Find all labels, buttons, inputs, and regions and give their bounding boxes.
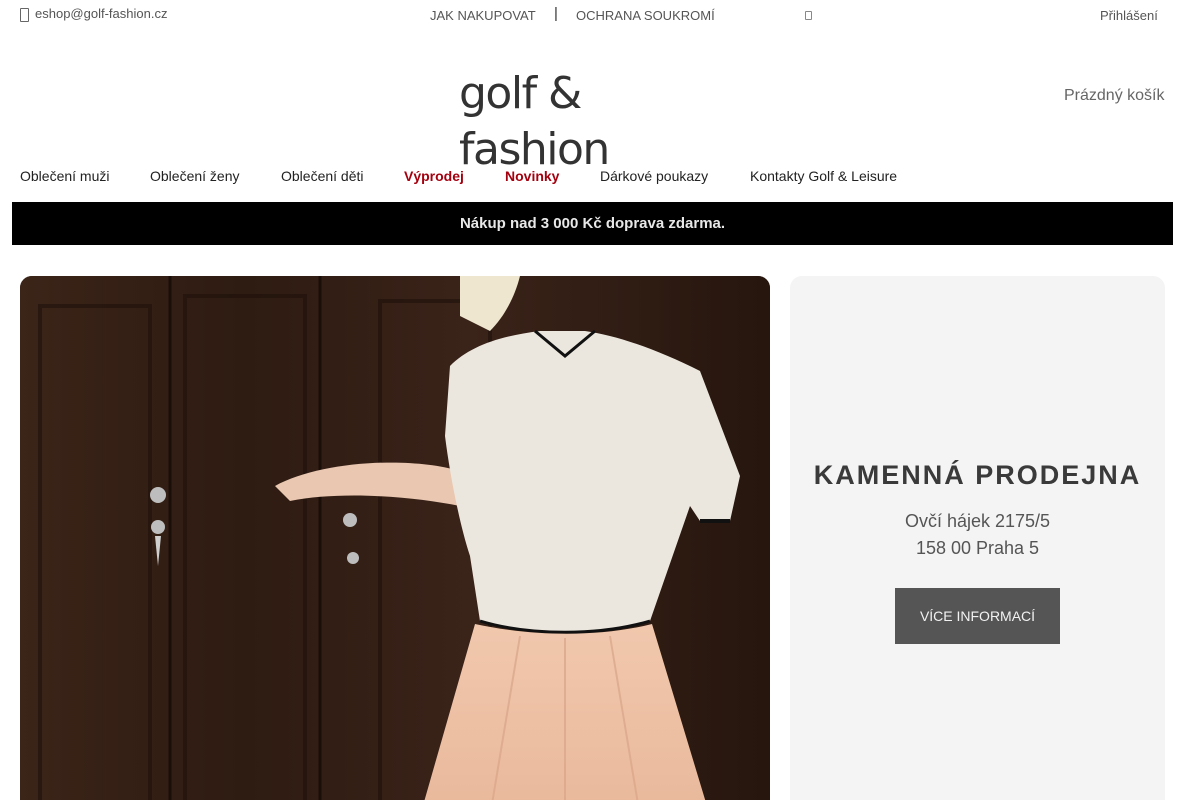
promo-text: Nákup nad 3 000 Kč doprava zdarma. (459, 215, 726, 232)
how-to-buy-link[interactable]: JAK NAKUPOVAT (430, 8, 536, 23)
email-text[interactable]: eshop@golf-fashion.cz (35, 6, 167, 21)
mail-icon (20, 7, 29, 22)
logo-text: golf & fashion (459, 68, 610, 175)
nav-item-women[interactable]: Oblečení ženy (150, 168, 240, 184)
nav-item-men[interactable]: Oblečení muži (20, 168, 109, 184)
promo-bar: Nákup nad 3 000 Kč doprava zdarma. (12, 202, 1173, 245)
login-link[interactable]: Přihlášení (1100, 8, 1158, 23)
store-title: KAMENNÁ PRODEJNA (813, 460, 1142, 490)
privacy-link[interactable]: OCHRANA SOUKROMÍ (576, 8, 715, 23)
store-address-line2: 158 00 Praha 5 (915, 538, 1040, 558)
more-info-button[interactable]: VÍCE INFORMACÍ (895, 588, 1060, 644)
nav-item-contacts[interactable]: Kontakty Golf & Leisure (750, 168, 897, 184)
cart-link[interactable]: Prázdný košík (1064, 87, 1164, 105)
top-bar: eshop@golf-fashion.cz JAK NAKUPOVAT | OC… (0, 0, 1200, 32)
search-icon[interactable] (805, 11, 812, 20)
hero-photo (20, 276, 770, 800)
separator: | (554, 5, 558, 22)
store-panel: KAMENNÁ PRODEJNA Ovčí hájek 2175/5 158 0… (790, 276, 1165, 800)
nav-item-kids[interactable]: Oblečení děti (281, 168, 364, 184)
logo[interactable]: golf & fashion (459, 66, 707, 175)
hero-image[interactable] (20, 276, 770, 800)
nav-item-new[interactable]: Novinky (505, 168, 559, 184)
nav-item-sale[interactable]: Výprodej (404, 168, 464, 184)
store-address-line1: Ovčí hájek 2175/5 (904, 511, 1051, 531)
nav-item-gift-vouchers[interactable]: Dárkové poukazy (600, 168, 708, 184)
contact-email[interactable]: eshop@golf-fashion.cz (20, 6, 167, 22)
